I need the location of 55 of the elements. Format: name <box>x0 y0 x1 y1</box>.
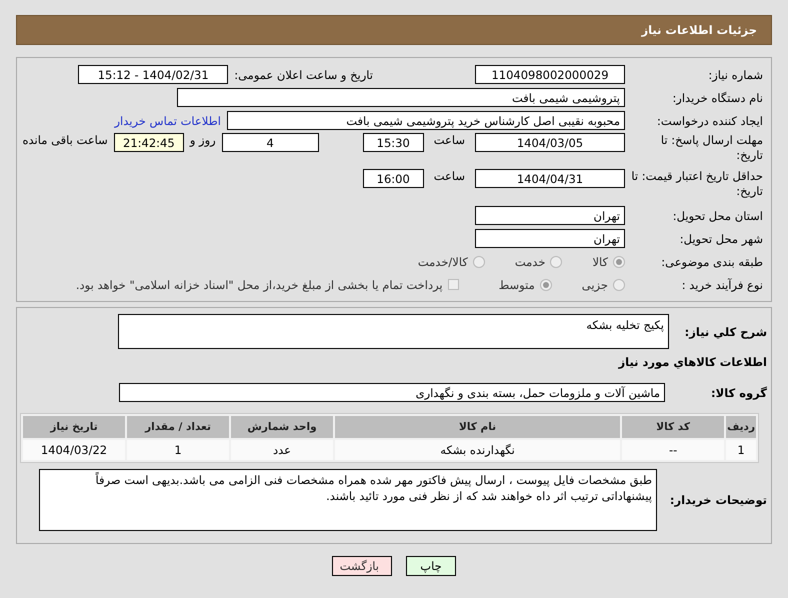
page-title: جزئیات اطلاعات نیاز <box>641 23 757 37</box>
announce-date-field: 1404/02/31 - 15:12 <box>78 65 228 84</box>
province-field: تهران <box>475 206 625 225</box>
column-header: ردیف <box>726 416 756 438</box>
date-field: 1404/03/05 <box>475 133 625 152</box>
field-label: ساعت <box>434 169 465 183</box>
days-field: 4 <box>222 133 319 152</box>
date-field: 1404/04/31 <box>475 169 625 188</box>
column-header: نام کالا <box>335 416 620 438</box>
field-label: توضیحات خریدار: <box>668 493 768 507</box>
radio-option[interactable]: جزیی <box>582 278 625 292</box>
goods-group-field: ماشین آلات و ملزومات حمل، بسته بندی و نگهداری <box>119 383 665 402</box>
field-label: گروه کالا: <box>710 386 768 400</box>
radio-option[interactable]: متوسط <box>498 278 552 292</box>
time-field: 16:00 <box>362 169 424 188</box>
radio-option[interactable]: کالا/خدمت <box>418 254 485 268</box>
field-label: شهر محل تحویل: <box>678 232 764 246</box>
remaining-time-field: 21:42:45 <box>114 133 184 152</box>
field-label: ساعت باقی مانده <box>22 133 108 147</box>
radio-option[interactable]: کالا <box>592 254 625 268</box>
table-cell: 1404/03/22 <box>23 440 125 460</box>
column-header: تعداد / مقدار <box>127 416 229 438</box>
field-label: تاریخ و ساعت اعلان عمومی: <box>234 68 373 82</box>
section-heading: اطلاعات کالاهاي مورد نياز <box>618 354 768 368</box>
city-field: تهران <box>475 229 625 248</box>
table-cell: -- <box>622 440 724 460</box>
field-label: نوع فرآیند خرید : <box>680 278 764 292</box>
column-header: کد کالا <box>622 416 724 438</box>
table-cell: نگهدارنده بشکه <box>335 440 620 460</box>
field-label: نام دستگاه خریدار: <box>671 90 764 104</box>
radio-option[interactable]: خدمت <box>514 254 562 268</box>
field-label: شرح کلي نياز: <box>684 324 768 338</box>
need-number-field: 1104098002000029 <box>475 65 625 84</box>
table-cell: 1 <box>726 440 756 460</box>
field-label: شماره نیاز: <box>707 68 764 82</box>
contact-link[interactable]: اطلاعات تماس خریدار <box>114 114 221 128</box>
table-cell: عدد <box>231 440 333 460</box>
time-field: 15:30 <box>362 133 424 152</box>
back-button[interactable]: بازگشت <box>332 556 392 576</box>
column-header: واحد شمارش <box>231 416 333 438</box>
field-label: طبقه بندی موضوعی: <box>660 254 764 268</box>
description-field: پکیج تخلیه بشکه <box>118 314 669 349</box>
field-label: ساعت <box>434 133 465 147</box>
table-cell: 1 <box>127 440 229 460</box>
field-label: مهلت ارسال پاسخ: تا تاریخ: <box>660 133 764 163</box>
field-label: حداقل تاریخ اعتبار قیمت: تا تاریخ: <box>631 169 764 199</box>
buyer-notes-field: طبق مشخصات فایل پیوست ، ارسال پیش فاکتور مهر شده همراه مشخصات فنی الزامی می باشد.بدیهی است صرفاً پیشنهاداتی ترتیب اثر داه خواهند شد که از نظر فنی مورد تائید باشند. <box>39 469 657 531</box>
print-button[interactable]: چاپ <box>406 556 456 576</box>
creator-field: محبوبه نقیبی اصل کارشناس خرید پتروشیمی شیمی بافت <box>227 111 625 130</box>
checkbox-option[interactable]: پرداخت تمام یا بخشی از مبلغ خرید،از محل "اسناد خزانه اسلامی" خواهد بود. <box>76 278 459 292</box>
field-label: استان محل تحویل: <box>672 208 764 222</box>
field-label: روز و <box>190 133 216 147</box>
field-label: ایجاد کننده درخواست: <box>656 114 764 128</box>
column-header: تاریخ نیاز <box>23 416 125 438</box>
buyer-field: پتروشیمی شیمی بافت <box>177 88 625 107</box>
